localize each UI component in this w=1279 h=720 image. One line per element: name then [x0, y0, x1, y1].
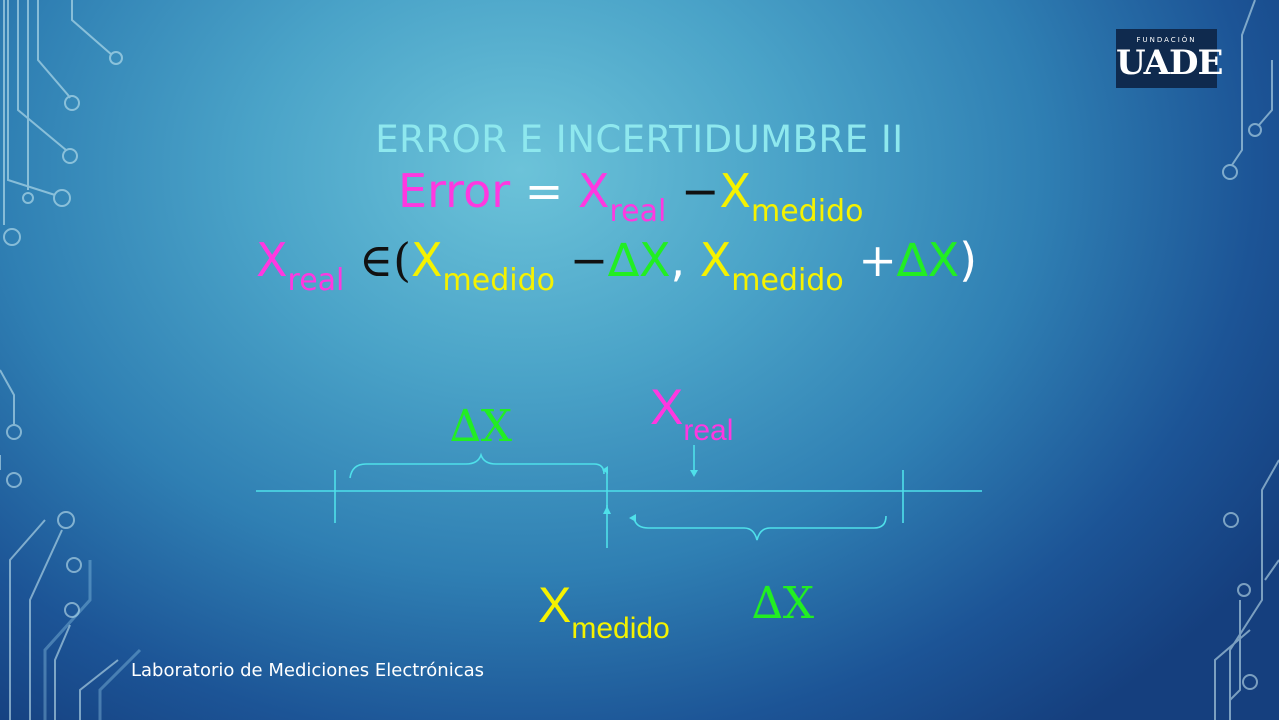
x-real-subscript: real: [683, 414, 734, 447]
x-medido-subscript: medido: [571, 612, 670, 645]
delta-x-text: ∆X: [450, 401, 513, 452]
slide: FUNDACIÓN UADE ERROR E INCERTIDUMBRE II …: [0, 0, 1279, 720]
x-medido-var: X: [538, 577, 572, 633]
arrow-medido-head: [603, 506, 611, 514]
brace-bottom: [633, 515, 887, 541]
brace-top: [349, 452, 605, 479]
brace-bottom-arrowhead: [629, 514, 636, 522]
x-real-label: Xreal: [650, 378, 733, 448]
delta-x-bottom-label: ∆X: [752, 572, 814, 630]
arrow-real-head: [690, 470, 698, 477]
delta-x-text: ∆X: [752, 578, 815, 629]
x-real-var: X: [650, 379, 684, 435]
x-medido-label: Xmedido: [538, 576, 670, 646]
footer-course-name: Laboratorio de Mediciones Electrónicas: [131, 660, 485, 681]
delta-x-top-label: ∆X: [450, 395, 512, 453]
